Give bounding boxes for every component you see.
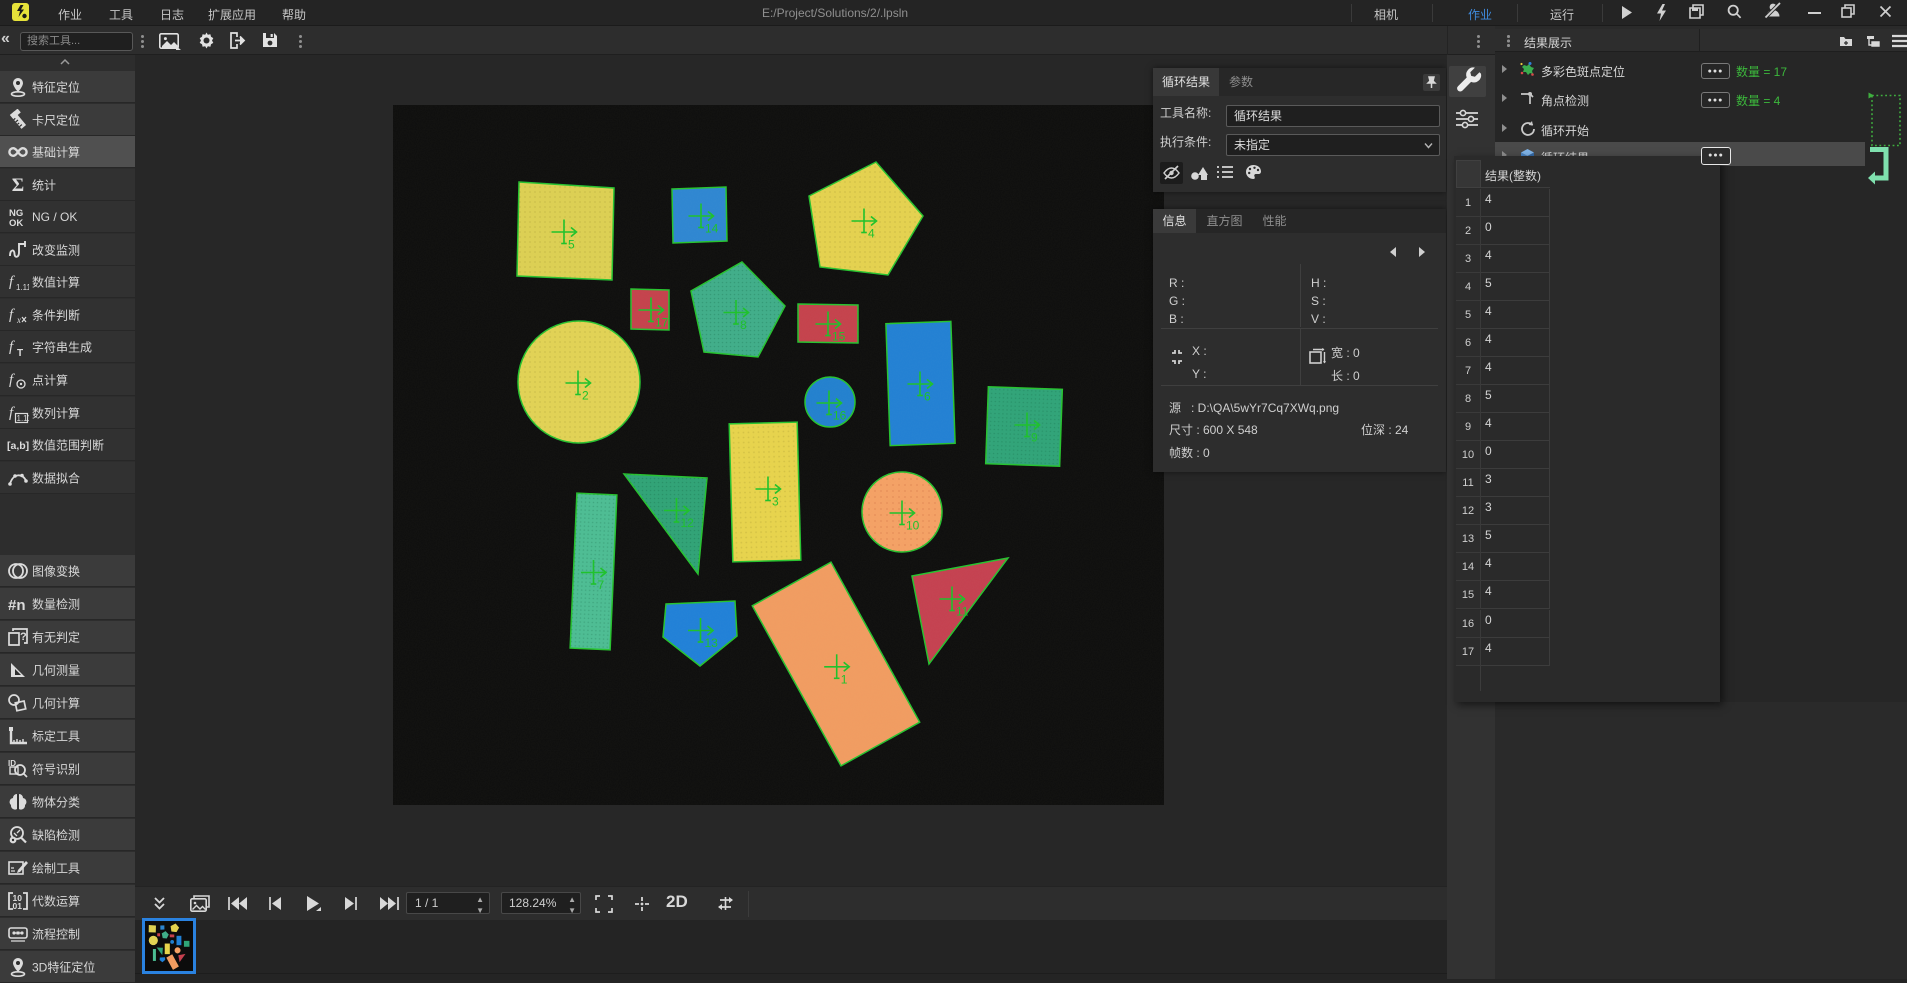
svg-text:9: 9 [1031,431,1038,445]
svg-text:1: 1 [841,672,848,686]
svg-text:17: 17 [655,316,669,330]
svg-text:#n: #n [8,597,26,614]
svg-text:T: T [17,348,23,358]
svg-text:12: 12 [681,516,695,530]
svg-text:3: 3 [772,495,779,509]
svg-text:f: f [9,372,15,388]
svg-text:2: 2 [582,389,589,403]
svg-text:11: 11 [956,605,969,619]
svg-text:f: f [9,405,15,421]
svg-text:5: 5 [568,238,575,252]
svg-text:x: x [16,315,21,325]
svg-text:Σ: Σ [12,175,24,196]
svg-text:f: f [9,307,15,323]
svg-text:f: f [9,274,15,290]
svg-text:1.11: 1.11 [16,283,29,292]
svg-text:14: 14 [705,222,719,236]
svg-text:16: 16 [833,409,847,423]
svg-text:01: 01 [13,901,23,911]
svg-text:10: 10 [906,519,920,533]
svg-text:15: 15 [832,330,846,344]
svg-text:[a,b]: [a,b] [7,440,29,452]
svg-text:7: 7 [598,578,605,592]
svg-text:1.11: 1.11 [17,414,30,423]
svg-text:4: 4 [868,227,875,241]
svg-text:8: 8 [740,318,747,332]
svg-text:13: 13 [705,636,719,650]
svg-text:?: ? [20,631,27,643]
svg-text:f: f [9,339,15,355]
svg-text:OK: OK [9,218,23,228]
svg-text:6: 6 [924,390,931,404]
